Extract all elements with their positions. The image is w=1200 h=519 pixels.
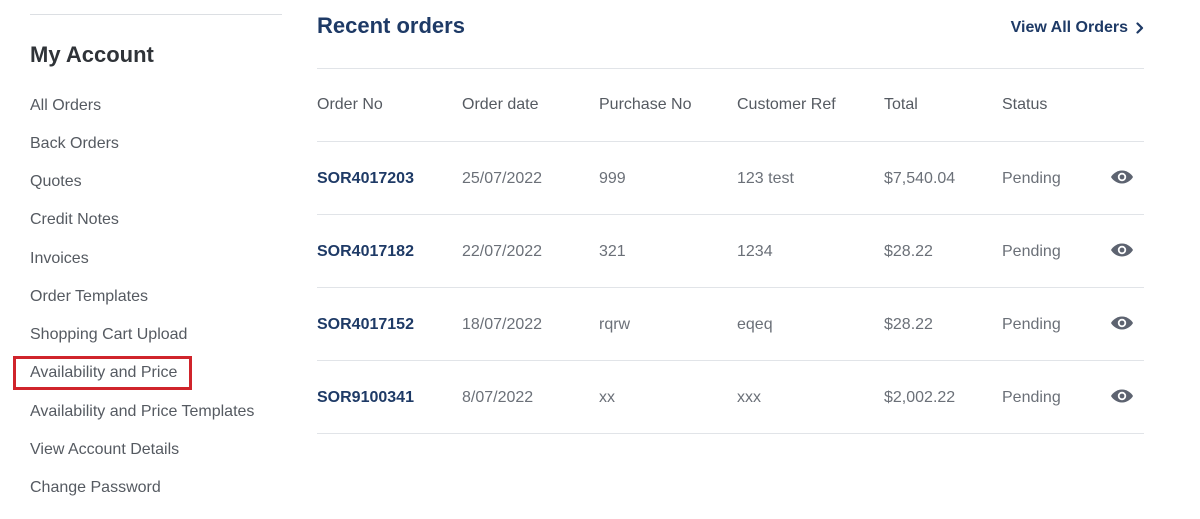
column-header-status: Status [1002,96,1048,113]
status-cell: Pending [1002,316,1061,333]
eye-icon[interactable] [1110,388,1134,404]
row-divider [317,433,1144,434]
sidebar-item-availability-and-price-templates[interactable]: Availability and Price Templates [30,402,254,422]
total-cell: $7,540.04 [884,170,956,187]
customer-ref-cell: eqeq [737,316,773,333]
column-header-order-no: Order No [317,96,383,113]
sidebar-title: My Account [30,42,154,67]
purchase-no-cell: 999 [599,170,626,187]
column-header-total: Total [884,96,918,113]
order-number-link[interactable]: SOR4017182 [317,243,414,261]
column-header-purchase-no: Purchase No [599,96,692,113]
row-divider [317,287,1144,288]
view-all-orders-label: View All Orders [1010,19,1128,36]
purchase-no-cell: xx [599,389,615,406]
eye-icon[interactable] [1110,169,1134,185]
sidebar-item-view-account-details[interactable]: View Account Details [30,440,179,460]
sidebar-item-quotes[interactable]: Quotes [30,172,82,192]
sidebar-item-all-orders[interactable]: All Orders [30,96,101,116]
total-cell: $28.22 [884,316,933,333]
sidebar-item-invoices[interactable]: Invoices [30,249,89,269]
status-cell: Pending [1002,389,1061,406]
order-number-link[interactable]: SOR4017203 [317,170,414,188]
eye-icon[interactable] [1110,242,1134,258]
order-date-cell: 25/07/2022 [462,170,543,187]
order-number-link[interactable]: SOR9100341 [317,389,414,407]
order-date-cell: 18/07/2022 [462,316,543,333]
row-divider [317,141,1144,142]
column-header-order-date: Order date [462,96,539,113]
eye-icon[interactable] [1110,315,1134,331]
sidebar-item-back-orders[interactable]: Back Orders [30,134,119,154]
total-cell: $2,002.22 [884,389,956,406]
order-date-cell: 22/07/2022 [462,243,543,260]
header-divider-top [317,68,1144,69]
sidebar-item-change-password[interactable]: Change Password [30,478,161,498]
page-title: Recent orders [317,13,465,38]
row-divider [317,214,1144,215]
status-cell: Pending [1002,243,1061,260]
customer-ref-cell: 1234 [737,243,773,260]
status-cell: Pending [1002,170,1061,187]
column-header-customer-ref: Customer Ref [737,96,836,113]
order-date-cell: 8/07/2022 [462,389,534,406]
sidebar-item-order-templates[interactable]: Order Templates [30,287,148,307]
customer-ref-cell: xxx [737,389,761,406]
customer-ref-cell: 123 test [737,170,794,187]
sidebar-item-credit-notes[interactable]: Credit Notes [30,210,119,230]
purchase-no-cell: 321 [599,243,626,260]
chevron-right-icon [1136,22,1144,34]
sidebar-item-shopping-cart-upload[interactable]: Shopping Cart Upload [30,325,187,345]
row-divider [317,360,1144,361]
order-number-link[interactable]: SOR4017152 [317,316,414,334]
sidebar-divider [30,14,282,15]
purchase-no-cell: rqrw [599,316,631,333]
view-all-orders-link[interactable]: View All Orders [1011,19,1144,37]
total-cell: $28.22 [884,243,933,260]
recent-orders-panel: Recent orders View All Orders Order No O… [317,0,1144,519]
sidebar-item-availability-and-price[interactable]: Availability and Price [12,356,193,390]
